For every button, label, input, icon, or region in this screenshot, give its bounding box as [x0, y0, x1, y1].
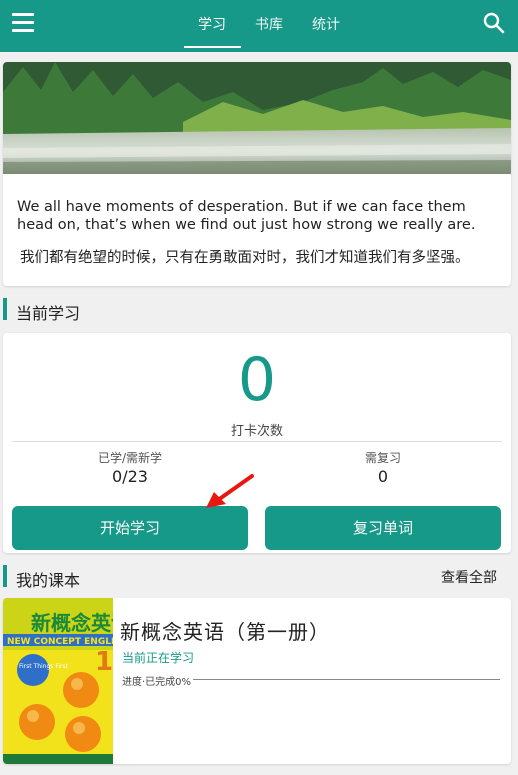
section-marker	[3, 298, 7, 320]
menu-icon[interactable]	[12, 13, 34, 32]
section-marker	[3, 565, 7, 587]
review-words-button[interactable]: 复习单词	[265, 506, 501, 550]
cover-subtitle: NEW CONCEPT ENGLISH	[7, 637, 113, 647]
daily-quote-card: We all have moments of desperation. But …	[3, 62, 511, 286]
book-progress-bar	[193, 679, 500, 680]
review-needed-label: 需复习	[364, 451, 401, 465]
divider	[12, 441, 502, 442]
review-needed-value: 0	[377, 467, 389, 486]
tab-statistics[interactable]: 统计	[312, 14, 340, 34]
active-tab-indicator	[184, 46, 241, 48]
tab-library[interactable]: 书库	[255, 14, 283, 34]
book-title[interactable]: 新概念英语（第一册）	[120, 616, 330, 645]
red-arrow-annotation	[206, 474, 254, 508]
search-icon[interactable]	[483, 12, 505, 34]
book-status: 当前正在学习	[122, 651, 195, 665]
cover-badge: First Things First	[19, 663, 69, 670]
learned-value: 0/23	[112, 467, 148, 486]
section-title-my-textbooks: 我的课本	[16, 571, 81, 590]
book-cover-image: 新概念英语 NEW CONCEPT ENGLISH 1 First Things…	[3, 598, 113, 764]
checkin-count: 0	[237, 345, 277, 415]
book-progress-label: 进度·已完成0%	[122, 677, 192, 688]
top-app-bar: 学习 书库 统计	[0, 0, 518, 52]
quote-english: We all have moments of desperation. But …	[17, 199, 476, 233]
lake-banner-image	[3, 62, 511, 174]
quote-chinese: 我们都有绝望的时候，只有在勇敢面对时，我们才知道我们有多坚强。	[20, 250, 470, 266]
tab-study[interactable]: 学习	[198, 14, 226, 34]
cover-volume: 1	[95, 647, 113, 677]
view-all-link[interactable]: 查看全部	[441, 567, 497, 587]
section-title-current-study: 当前学习	[16, 304, 81, 323]
cover-title: 新概念英语	[31, 611, 113, 635]
learned-label: 已学/需新学	[97, 451, 163, 465]
checkin-count-label: 打卡次数	[230, 424, 283, 439]
